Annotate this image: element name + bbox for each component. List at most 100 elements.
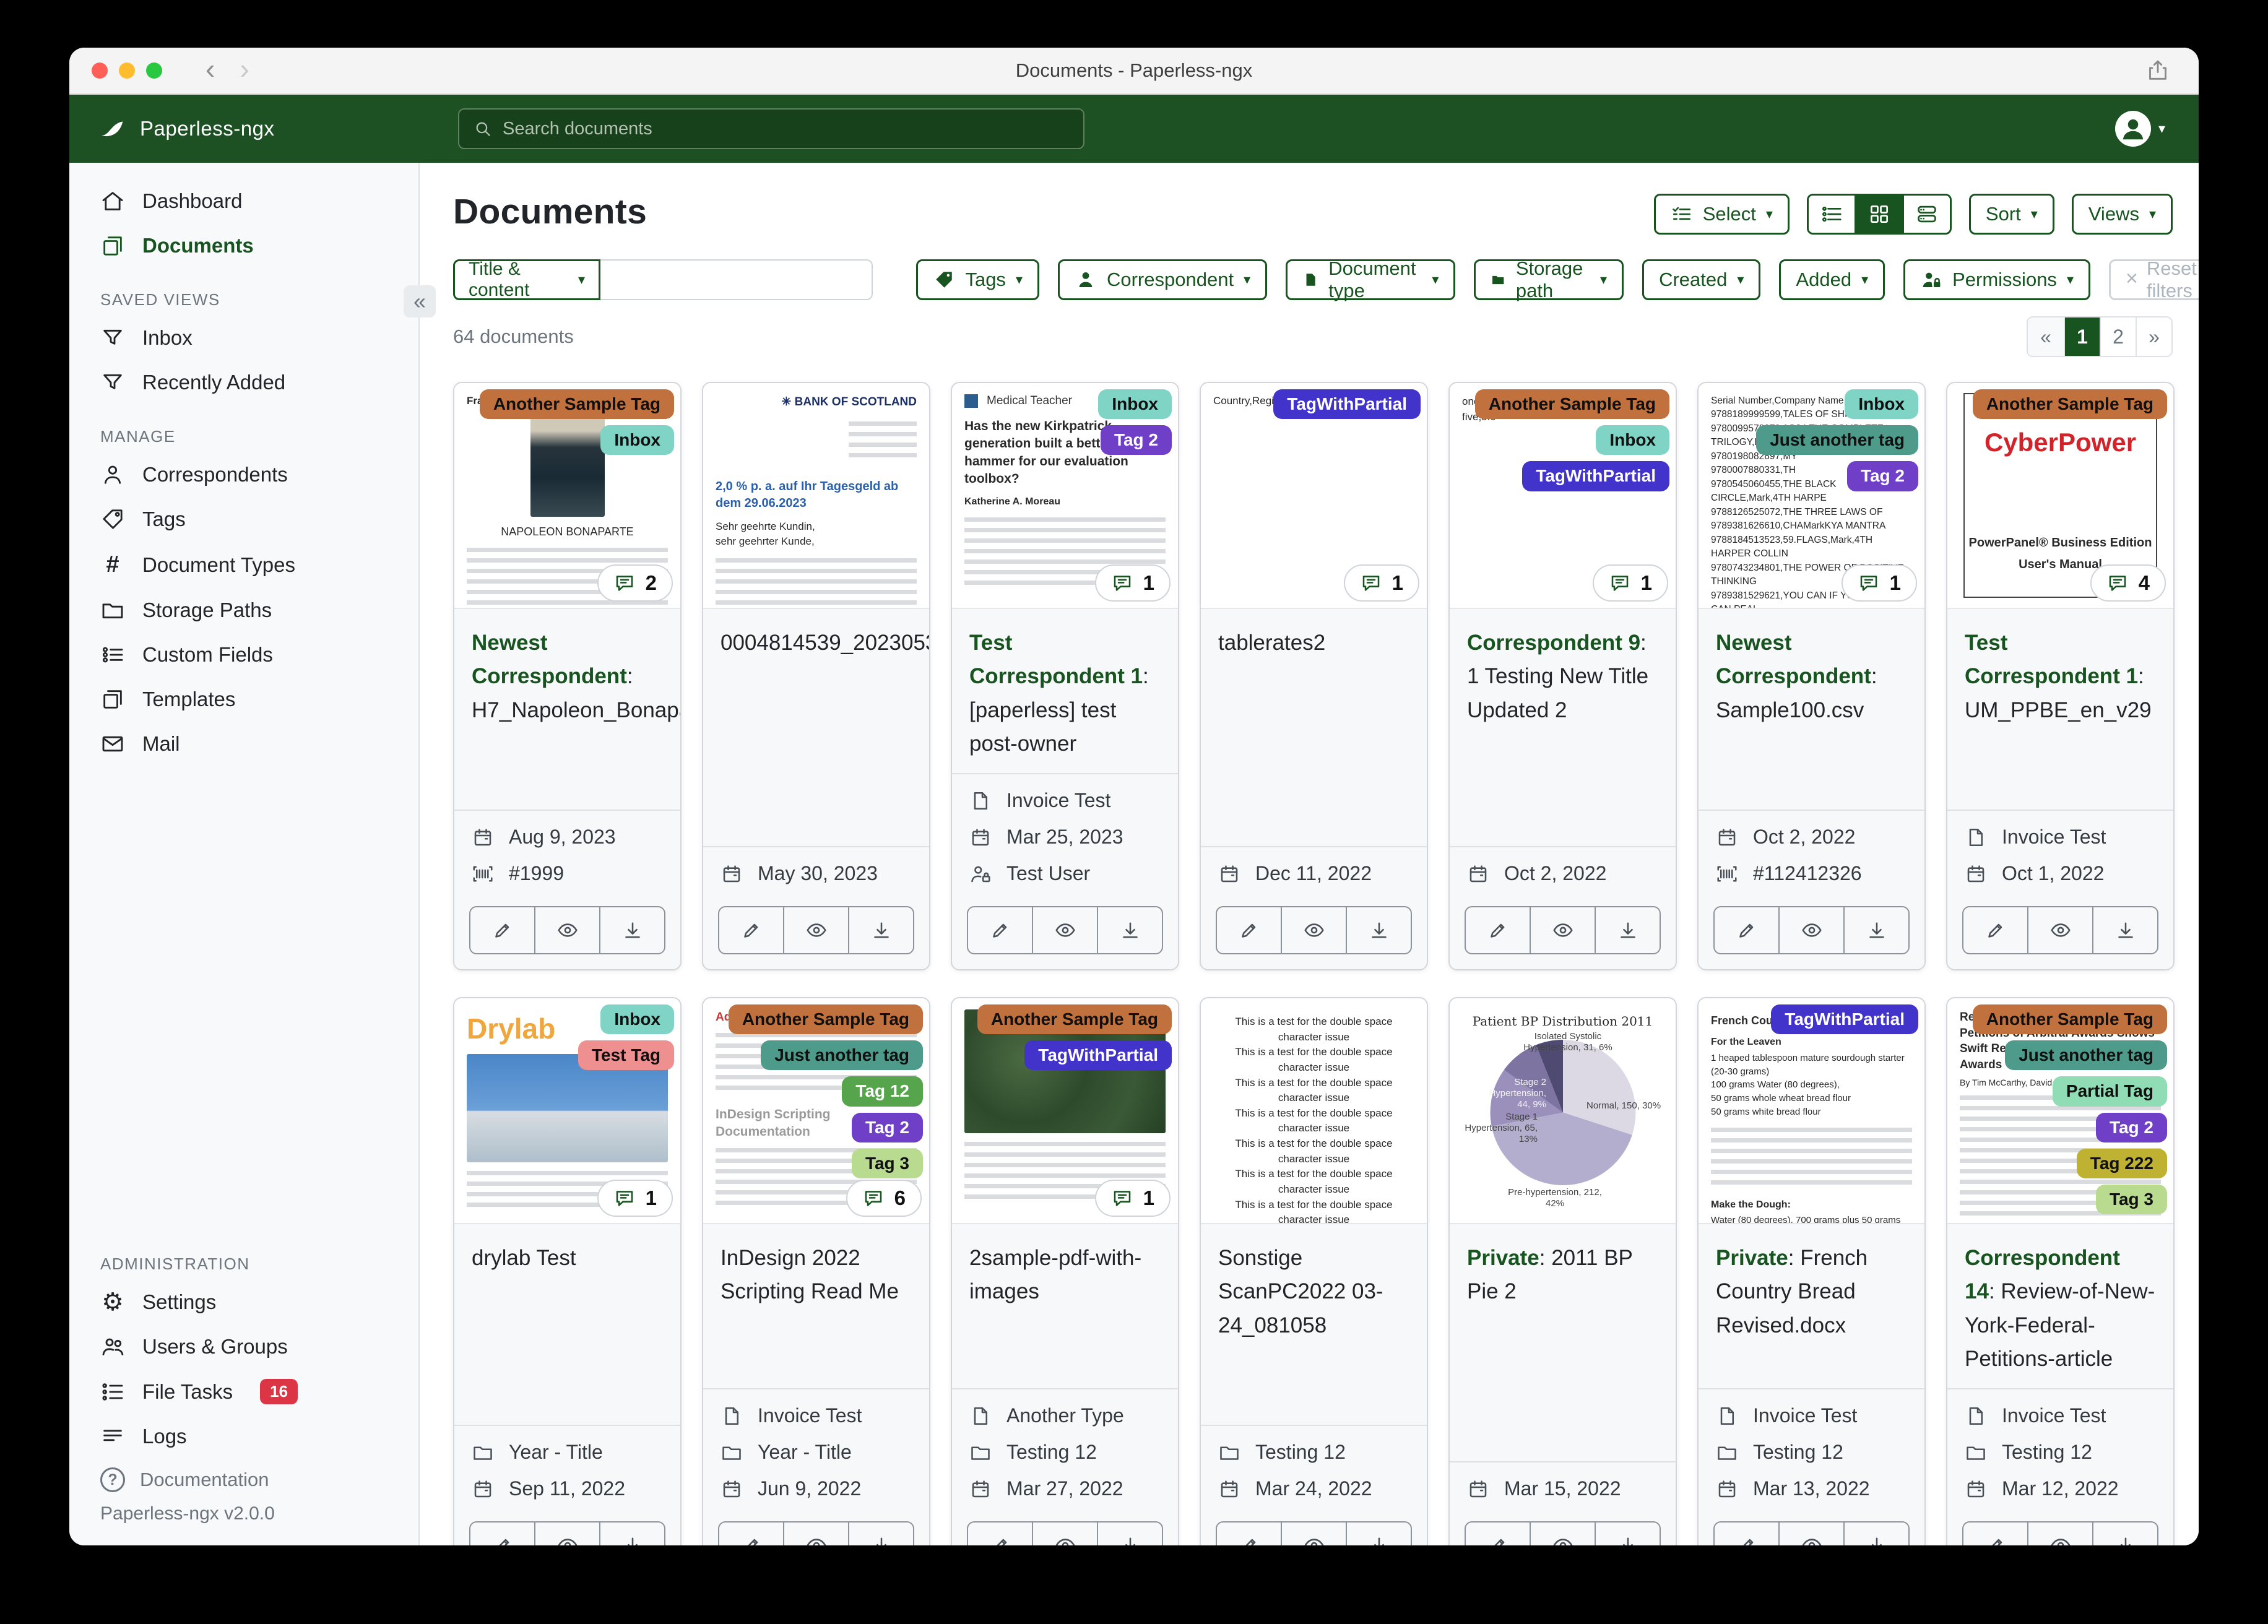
download-button[interactable] xyxy=(848,1522,913,1545)
view-button[interactable] xyxy=(2027,907,2092,953)
sidebar-item-logs[interactable]: Logs xyxy=(69,1414,418,1459)
document-preview[interactable]: Drylab Inbox Test Tag 1 xyxy=(454,998,680,1224)
edit-button[interactable] xyxy=(719,907,783,953)
document-title[interactable]: Correspondent 9: 1 Testing New Title Upd… xyxy=(1450,609,1676,846)
download-button[interactable] xyxy=(1595,907,1660,953)
close-window-button[interactable] xyxy=(92,63,108,79)
document-preview[interactable]: Patient BP Distribution 2011 Normal, 150,… xyxy=(1450,998,1676,1224)
filter-correspondent-button[interactable]: Correspondent ▾ xyxy=(1057,259,1268,300)
filter-added-button[interactable]: Added ▾ xyxy=(1779,259,1885,300)
tag-badge[interactable]: Another Sample Tag xyxy=(1972,1004,2167,1035)
tag-badge[interactable]: Tag 222 xyxy=(2076,1148,2167,1178)
sort-button[interactable]: Sort ▾ xyxy=(1968,194,2054,235)
view-button[interactable] xyxy=(1778,907,1843,953)
sidebar-item-tags[interactable]: Tags xyxy=(69,497,418,542)
title-content-input[interactable] xyxy=(600,259,873,300)
sidebar-item-users-groups[interactable]: Users & Groups xyxy=(69,1324,418,1369)
reset-filters-button[interactable]: × Reset filters xyxy=(2108,257,2199,301)
view-button[interactable] xyxy=(1281,1522,1346,1545)
document-title[interactable]: 2sample-pdf-with-images xyxy=(952,1224,1178,1388)
view-button[interactable] xyxy=(783,907,848,953)
document-title[interactable]: Correspondent 14: Review-of-New-York-Fed… xyxy=(1947,1224,2173,1388)
comment-count-badge[interactable]: 1 xyxy=(1094,564,1171,602)
edit-button[interactable] xyxy=(1217,1522,1281,1545)
document-preview[interactable]: one,1.0five,5.0Another Sample TagInboxTa… xyxy=(1450,383,1676,609)
document-title[interactable]: Test Correspondent 1: [paperless] test p… xyxy=(952,609,1178,773)
tag-badge[interactable]: Just another tag xyxy=(2005,1040,2167,1071)
tag-badge[interactable]: Inbox xyxy=(1596,425,1669,456)
pagination-prev[interactable]: « xyxy=(2028,317,2064,356)
document-preview[interactable]: Medical Teacher Has the new Kirkpatrick g… xyxy=(952,383,1178,609)
back-icon[interactable]: ‹ xyxy=(206,54,215,83)
tag-badge[interactable]: Just another tag xyxy=(761,1040,923,1071)
view-button[interactable] xyxy=(1281,907,1346,953)
download-button[interactable] xyxy=(1097,1522,1162,1545)
edit-button[interactable] xyxy=(1963,907,2027,953)
document-title[interactable]: Test Correspondent 1: UM_PPBE_en_v29 xyxy=(1947,609,2173,810)
tag-badge[interactable]: Tag 2 xyxy=(2095,1112,2167,1142)
edit-button[interactable] xyxy=(1466,907,1530,953)
edit-button[interactable] xyxy=(1963,1522,2027,1545)
document-preview[interactable]: Country,Region/State," TagWithPartial 1 xyxy=(1201,383,1427,609)
download-button[interactable] xyxy=(2092,1522,2157,1545)
search-input[interactable]: Search documents xyxy=(458,108,1084,149)
edit-button[interactable] xyxy=(470,907,534,953)
tag-badge[interactable]: Another Sample Tag xyxy=(1474,389,1669,420)
edit-button[interactable] xyxy=(1715,1522,1778,1545)
document-preview[interactable]: This is a test for the double space char… xyxy=(1201,998,1427,1224)
document-title[interactable]: drylab Test xyxy=(454,1224,680,1425)
edit-button[interactable] xyxy=(968,1522,1032,1545)
document-preview[interactable]: Review of New York Federal Petitions of … xyxy=(1947,998,2173,1224)
document-title[interactable]: InDesign 2022 Scripting Read Me xyxy=(703,1224,929,1388)
tag-badge[interactable]: Inbox xyxy=(600,425,674,456)
view-button[interactable] xyxy=(534,907,599,953)
tag-badge[interactable]: TagWithPartial xyxy=(1024,1040,1172,1071)
tag-badge[interactable]: Tag 2 xyxy=(1100,425,1172,456)
tag-badge[interactable]: Another Sample Tag xyxy=(977,1004,1172,1035)
download-button[interactable] xyxy=(1843,907,1908,953)
view-button[interactable] xyxy=(534,1522,599,1545)
document-preview[interactable]: CyberPower PowerPanel® Business Edition Us… xyxy=(1947,383,2173,609)
download-button[interactable] xyxy=(848,907,913,953)
views-button[interactable]: Views ▾ xyxy=(2071,194,2173,235)
tag-badge[interactable]: Inbox xyxy=(1845,389,1918,420)
tag-badge[interactable]: Test Tag xyxy=(578,1040,674,1071)
document-title[interactable]: Sonstige ScanPC2022 03-24_081058 xyxy=(1201,1224,1427,1425)
sidebar-item-correspondents[interactable]: Correspondents xyxy=(69,452,418,497)
tag-badge[interactable]: Tag 3 xyxy=(2095,1184,2167,1215)
sidebar-item-storage-paths[interactable]: Storage Paths xyxy=(69,588,418,633)
comment-count-badge[interactable]: 6 xyxy=(846,1180,922,1217)
tag-badge[interactable]: Tag 12 xyxy=(842,1076,923,1107)
view-button[interactable] xyxy=(1032,1522,1097,1545)
tag-badge[interactable]: TagWithPartial xyxy=(1771,1004,1918,1035)
download-button[interactable] xyxy=(2092,907,2157,953)
view-mode-rows-button[interactable] xyxy=(1902,196,1950,233)
sidebar-item-document-types[interactable]: # Document Types xyxy=(69,542,418,588)
comment-count-badge[interactable]: 4 xyxy=(2090,564,2166,602)
document-preview[interactable]: ✳ BANK OF SCOTLAND 2,0 % p. a. auf Ihr Ta… xyxy=(703,383,929,609)
sidebar-item-file-tasks[interactable]: File Tasks 16 xyxy=(69,1369,418,1414)
zoom-window-button[interactable] xyxy=(146,63,162,79)
sidebar-item-custom-fields[interactable]: Custom Fields xyxy=(69,633,418,677)
filter-created-button[interactable]: Created ▾ xyxy=(1642,259,1761,300)
comment-count-badge[interactable]: 1 xyxy=(1841,564,1917,602)
sidebar-item-templates[interactable]: Templates xyxy=(69,677,418,722)
tag-badge[interactable]: Just another tag xyxy=(1756,425,1918,456)
sidebar-item-dashboard[interactable]: Dashboard xyxy=(69,179,418,223)
pagination-page-1[interactable]: 1 xyxy=(2064,317,2100,356)
view-button[interactable] xyxy=(1530,907,1595,953)
sidebar-item-mail[interactable]: Mail xyxy=(69,722,418,766)
tag-badge[interactable]: Tag 2 xyxy=(1846,461,1918,491)
view-mode-grid-button[interactable] xyxy=(1854,196,1902,233)
minimize-window-button[interactable] xyxy=(119,63,135,79)
download-button[interactable] xyxy=(599,1522,664,1545)
download-button[interactable] xyxy=(1595,1522,1660,1545)
document-title[interactable]: Newest Correspondent: Sample100.csv xyxy=(1699,609,1924,810)
filter-permissions-button[interactable]: Permissions ▾ xyxy=(1903,259,2090,300)
tag-badge[interactable]: Another Sample Tag xyxy=(728,1004,923,1035)
documentation-link[interactable]: ? Documentation xyxy=(69,1459,418,1498)
view-button[interactable] xyxy=(1530,1522,1595,1545)
document-title[interactable]: Newest Correspondent: H7_Napoleon_Bonapa… xyxy=(454,609,680,810)
download-button[interactable] xyxy=(599,907,664,953)
filter-document-type-button[interactable]: Document type ▾ xyxy=(1286,257,1456,301)
